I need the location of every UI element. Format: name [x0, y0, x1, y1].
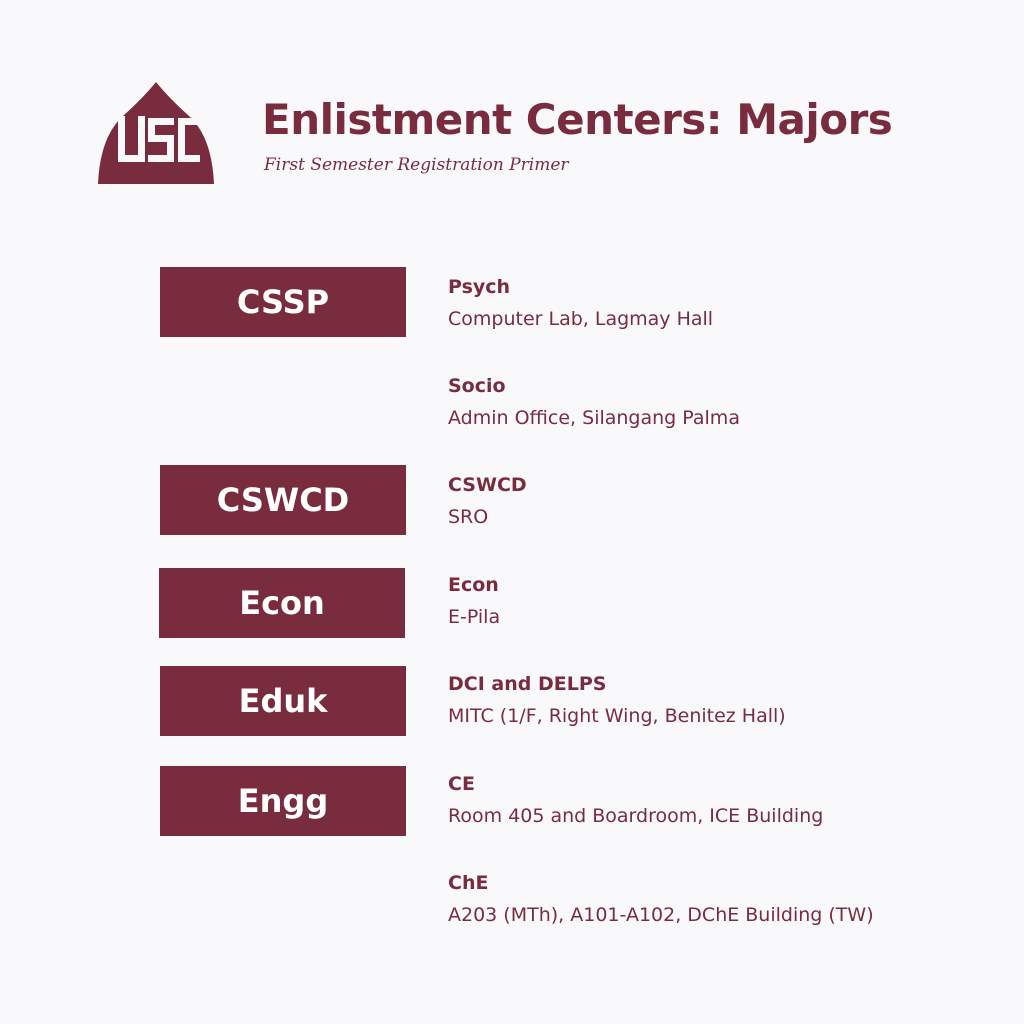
entry-ce: CE Room 405 and Boardroom, ICE Building — [448, 772, 968, 828]
entry-name: Econ — [448, 574, 499, 596]
page-title: Enlistment Centers: Majors — [262, 95, 893, 144]
entry-econ: Econ E-Pila — [448, 573, 968, 629]
college-tag-cswcd: CSWCD — [160, 465, 406, 535]
entry-socio: Socio Admin Office, Silangang Palma — [448, 374, 968, 430]
entry-name: DCI and DELPS — [448, 673, 607, 695]
entry-name: Psych — [448, 276, 511, 298]
college-tag-econ: Econ — [159, 568, 405, 638]
entry-location: Admin Office, Silangang Palma — [448, 407, 740, 429]
entry-name: CE — [448, 773, 475, 795]
entry-che: ChE A203 (MTh), A101-A102, DChE Building… — [448, 871, 968, 927]
page-subtitle: First Semester Registration Primer — [264, 155, 569, 175]
entry-location: MITC (1/F, Right Wing, Benitez Hall) — [448, 705, 786, 727]
usc-logo — [98, 82, 214, 184]
entry-location: Computer Lab, Lagmay Hall — [448, 308, 714, 330]
entry-location: A203 (MTh), A101-A102, DChE Building (TW… — [448, 904, 874, 926]
entry-dci-delps: DCI and DELPS MITC (1/F, Right Wing, Ben… — [448, 672, 968, 728]
entry-name: ChE — [448, 872, 489, 894]
entry-name: CSWCD — [448, 474, 527, 496]
college-tag-cssp: CSSP — [160, 267, 406, 337]
entry-name: Socio — [448, 375, 506, 397]
entry-location: SRO — [448, 506, 489, 528]
entry-location: Room 405 and Boardroom, ICE Building — [448, 805, 824, 827]
entry-psych: Psych Computer Lab, Lagmay Hall — [448, 275, 968, 331]
entry-location: E-Pila — [448, 606, 501, 628]
college-tag-eduk: Eduk — [160, 666, 406, 736]
college-tag-engg: Engg — [160, 766, 406, 836]
entry-cswcd: CSWCD SRO — [448, 473, 968, 529]
